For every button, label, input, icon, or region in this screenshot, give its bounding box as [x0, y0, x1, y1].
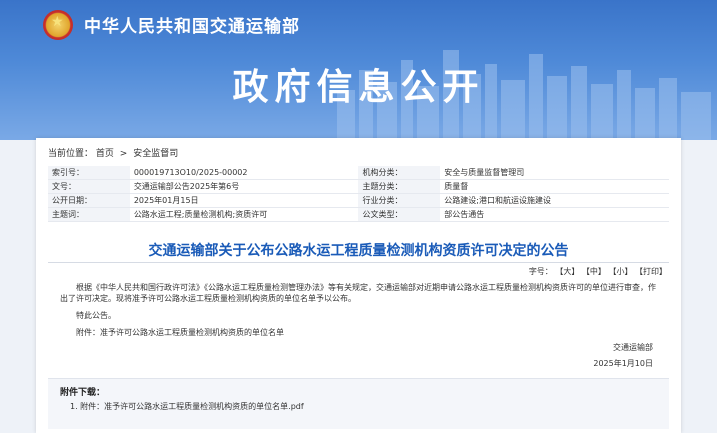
table-row: 主题词： 公路水运工程;质量检测机构;资质许可 公文类型： 部公告通告 — [48, 207, 669, 222]
table-row: 索引号： 000019713O10/2025-00002 机构分类： 安全与质量… — [48, 166, 669, 180]
meta-key: 公文类型： — [358, 207, 441, 222]
content-card: 当前位置： 首页 > 安全监督司 索引号： 000019713O10/2025-… — [36, 138, 681, 433]
signature: 交通运输部 — [613, 343, 653, 352]
document-body: 根据《中华人民共和国行政许可法》《公路水运工程质量检测管理办法》等有关规定，交通… — [60, 282, 660, 344]
national-emblem-icon — [43, 10, 73, 40]
meta-key: 公开日期： — [48, 193, 130, 208]
print-button[interactable]: 【打印】 — [635, 267, 667, 276]
meta-value: 公路水运工程;质量检测机构;资质许可 — [129, 207, 359, 222]
font-large-button[interactable]: 【大】 — [555, 267, 579, 276]
ministry-name: 中华人民共和国交通运输部 — [84, 17, 300, 37]
font-size-label: 字号： — [528, 267, 553, 276]
meta-key: 机构分类： — [358, 166, 441, 180]
breadcrumb-separator: > — [119, 149, 128, 159]
meta-value: 质量督 — [440, 179, 669, 194]
meta-value: 交通运输部公告2025年第6号 — [129, 179, 359, 194]
meta-key: 行业分类： — [358, 193, 441, 208]
section-title: 政府信息公开 — [232, 67, 485, 108]
breadcrumb-home-link[interactable]: 首页 — [96, 149, 114, 159]
meta-value: 部公告通告 — [440, 207, 669, 222]
breadcrumb-current-link[interactable]: 安全监督司 — [133, 149, 178, 159]
meta-key: 主题词： — [48, 207, 130, 222]
header-banner: 中华人民共和国交通运输部 政府信息公开 — [0, 0, 717, 140]
meta-value: 2025年01月15日 — [129, 193, 359, 208]
body-attachment-line: 附件：准予许可公路水运工程质量检测机构资质的单位名单 — [76, 328, 284, 337]
downloads-title: 附件下载： — [60, 388, 106, 398]
font-small-button[interactable]: 【小】 — [608, 267, 632, 276]
document-meta-table: 索引号： 000019713O10/2025-00002 机构分类： 安全与质量… — [48, 166, 669, 222]
table-row: 公开日期： 2025年01月15日 行业分类： 公路建设;港口和航运设施建设 — [48, 193, 669, 208]
download-link[interactable]: 1. 附件：准予许可公路水运工程质量检测机构资质的单位名单.pdf — [70, 401, 304, 412]
meta-value: 000019713O10/2025-00002 — [129, 166, 359, 180]
title-divider — [48, 262, 669, 263]
table-row: 文号： 交通运输部公告2025年第6号 主题分类： 质量督 — [48, 179, 669, 194]
downloads-section: 附件下载： 1. 附件：准予许可公路水运工程质量检测机构资质的单位名单.pdf — [48, 378, 669, 429]
breadcrumb: 当前位置： 首页 > 安全监督司 — [48, 146, 178, 159]
meta-key: 索引号： — [48, 166, 130, 180]
body-paragraph: 根据《中华人民共和国行政许可法》《公路水运工程质量检测管理办法》等有关规定，交通… — [60, 283, 656, 303]
meta-key: 主题分类： — [358, 179, 441, 194]
font-medium-button[interactable]: 【中】 — [582, 267, 606, 276]
meta-value: 公路建设;港口和航运设施建设 — [440, 193, 669, 208]
font-size-controls: 字号： 【大】 【中】 【小】 【打印】 — [529, 266, 667, 277]
document-date: 2025年1月10日 — [593, 359, 653, 368]
body-paragraph: 特此公告。 — [76, 311, 116, 320]
meta-value: 安全与质量监督管理司 — [440, 166, 669, 180]
document-title: 交通运输部关于公布公路水运工程质量检测机构资质许可决定的公告 — [148, 243, 569, 259]
meta-key: 文号： — [48, 179, 130, 194]
breadcrumb-label: 当前位置： — [48, 149, 94, 159]
